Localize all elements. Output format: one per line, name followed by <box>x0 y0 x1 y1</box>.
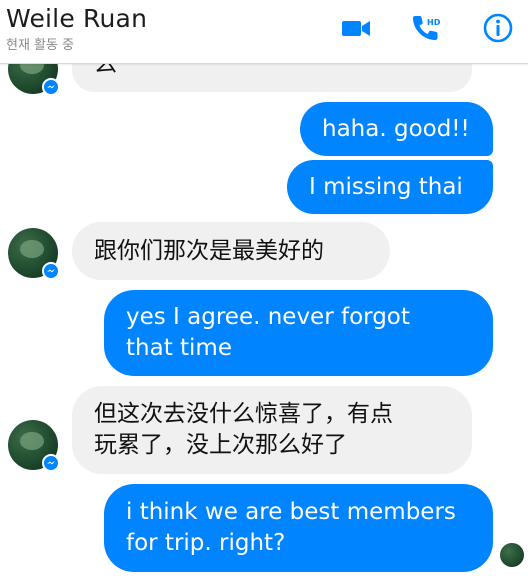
seen-receipt-avatar <box>500 543 524 567</box>
message-text-line: 但这次去没什么惊喜了，有点 <box>94 401 393 427</box>
message-text-line: i think we are best members <box>126 499 456 525</box>
info-icon[interactable] <box>482 12 514 44</box>
avatar-photo <box>20 432 44 450</box>
hd-voice-call-icon[interactable]: HD <box>410 12 442 44</box>
message-text: 跟你们那次是最美好的 <box>94 237 324 264</box>
message-bubble-outgoing[interactable]: haha. good!! <box>300 102 493 156</box>
message-text-line: that time <box>126 335 232 361</box>
messenger-badge-icon <box>42 262 60 280</box>
message-text-line: yes I agree. never forgot <box>126 304 410 330</box>
message-thread[interactable]: 么 haha. good!! I missing thai 跟你们那次是最美好的… <box>0 0 528 578</box>
contact-avatar[interactable] <box>8 420 60 472</box>
message-bubble-outgoing[interactable]: i think we are best members for trip. ri… <box>104 484 493 572</box>
messenger-badge-icon <box>42 454 60 472</box>
message-bubble-incoming[interactable]: 但这次去没什么惊喜了，有点 玩累了，没上次那么好了 <box>72 386 472 474</box>
active-status: 현재 활동 중 <box>6 38 75 53</box>
message-bubble-incoming[interactable]: 跟你们那次是最美好的 <box>72 222 390 280</box>
message-text: I missing thai <box>309 173 463 200</box>
message-text-line: 玩累了，没上次那么好了 <box>94 432 347 458</box>
message-bubble-outgoing[interactable]: yes I agree. never forgot that time <box>104 290 493 376</box>
message-bubble-outgoing[interactable]: I missing thai <box>287 160 493 214</box>
messenger-badge-icon <box>42 78 60 96</box>
message-text-line: for trip. right? <box>126 530 286 556</box>
contact-name[interactable]: Weile Ruan <box>6 2 147 36</box>
svg-text:HD: HD <box>427 18 441 27</box>
contact-avatar[interactable] <box>8 228 60 280</box>
message-text: haha. good!! <box>322 115 470 142</box>
avatar-photo <box>20 240 44 258</box>
video-call-icon[interactable] <box>340 12 372 44</box>
conversation-header: Weile Ruan 현재 활동 중 HD <box>0 0 528 64</box>
